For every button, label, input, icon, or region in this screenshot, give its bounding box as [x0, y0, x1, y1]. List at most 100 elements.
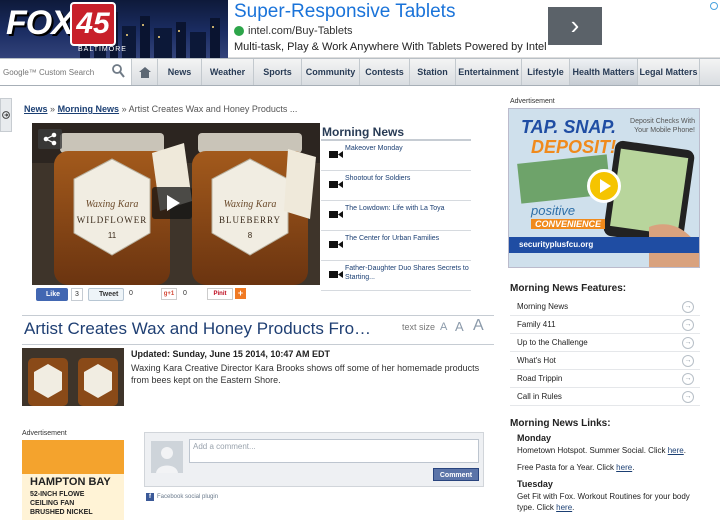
arrow-right-icon: → — [682, 373, 694, 385]
links-entry-link[interactable]: here — [556, 503, 572, 512]
ad-url-icon — [234, 26, 244, 36]
playlist-item[interactable]: The Center for Urban Families — [321, 231, 471, 261]
jar-label-right: BLUEBERRY — [218, 215, 281, 225]
breadcrumb-separator: » — [50, 104, 56, 114]
ad-title[interactable]: Super-Responsive Tablets — [234, 1, 455, 23]
nav-health-matters[interactable]: Health Matters — [570, 59, 638, 85]
nav-sports[interactable]: Sports — [254, 59, 302, 85]
feature-item[interactable]: Call in Rules → — [510, 388, 700, 406]
jar-brand-left: Waxing Kara — [85, 199, 139, 210]
nav-legal-matters[interactable]: Legal Matters — [638, 59, 700, 85]
ad-positive: positive — [531, 203, 576, 218]
video-camera-icon — [329, 271, 343, 278]
breadcrumb: News » Morning News » Artist Creates Wax… — [24, 104, 297, 114]
feature-label: Call in Rules — [517, 392, 562, 401]
home-icon-glyph — [138, 66, 151, 78]
ad-headline-2: DEPOSIT! — [531, 137, 617, 157]
playlist-item-title: The Lowdown: Life with La Toya — [345, 205, 445, 212]
ad-arrow-button[interactable]: › — [548, 7, 602, 45]
feature-label: Road Trippin — [517, 374, 563, 383]
ad-headline-1: TAP. SNAP. — [521, 117, 617, 137]
comment-box: Add a comment... Comment — [144, 432, 484, 487]
search-icon[interactable] — [111, 63, 125, 79]
links-entry: Free Pasta for a Year. Click here. — [517, 463, 635, 472]
feature-item[interactable]: What's Hot → — [510, 352, 700, 370]
playlist-item[interactable]: The Lowdown: Life with La Toya — [321, 201, 471, 231]
main-nav: News Weather Sports Community Contests S… — [0, 58, 720, 86]
nav-news[interactable]: News — [158, 59, 202, 85]
video-camera-icon — [329, 181, 343, 188]
text-size-medium[interactable]: A — [455, 319, 464, 334]
playlist-title: Morning News — [321, 123, 471, 141]
side-panel-toggle[interactable] — [0, 98, 12, 132]
avatar — [151, 441, 183, 473]
ad-info-icon[interactable] — [710, 2, 718, 10]
article-thumbnail-image — [22, 348, 124, 406]
comment-input[interactable]: Add a comment... — [189, 439, 479, 463]
links-entry: Get Fit with Fox. Workout Routines for y… — [517, 492, 690, 512]
home-icon[interactable] — [132, 59, 158, 85]
google-plus-button[interactable]: g+1 — [161, 288, 177, 300]
nav-entertainment[interactable]: Entertainment — [456, 59, 522, 85]
facebook-icon: f — [146, 493, 154, 501]
text-size-small[interactable]: A — [440, 321, 447, 333]
features-list: Morning News → Family 411 → Up to the Chal… — [510, 298, 700, 406]
links-entry-text: Free Pasta for a Year. Click — [517, 463, 614, 472]
play-button[interactable] — [152, 187, 192, 219]
ad-url[interactable]: intel.com/Buy-Tablets — [234, 25, 353, 37]
play-icon — [600, 179, 611, 193]
article-headline-bar: Artist Creates Wax and Honey Products Fr… — [22, 315, 494, 345]
ad-play-icon[interactable] — [587, 169, 621, 203]
playlist-item-title: Makeover Monday — [345, 145, 403, 152]
morning-news-playlist: Morning News Makeover Monday Shootout fo… — [321, 123, 471, 293]
search-input[interactable] — [3, 67, 107, 77]
comment-button[interactable]: Comment — [433, 468, 479, 481]
ad-brand: HAMPTON BAY — [30, 476, 111, 488]
add-share-button[interactable]: + — [235, 288, 246, 299]
fox45-logo[interactable]: FOX 45 BALTIMORE — [0, 0, 228, 58]
nav-community[interactable]: Community — [302, 59, 360, 85]
pinterest-button[interactable]: Pinit — [207, 288, 233, 300]
nav-weather[interactable]: Weather — [202, 59, 254, 85]
feature-item[interactable]: Family 411 → — [510, 316, 700, 334]
ad-url[interactable]: securityplusfcu.org — [509, 237, 699, 253]
links-entry-link[interactable]: here — [668, 446, 684, 455]
tweet-button[interactable]: Tweet — [88, 288, 124, 301]
playlist-item-title: Shootout for Soldiers — [345, 175, 411, 182]
video-camera-icon — [329, 241, 343, 248]
breadcrumb-morning-news[interactable]: Morning News — [58, 104, 120, 114]
social-share-bar: Like 3 Tweet 0 g+1 0 Pinit + — [36, 288, 336, 302]
video-player[interactable]: Waxing Kara WILDFLOWER 11 Waxing Kara BL… — [32, 123, 320, 285]
feature-item[interactable]: Up to the Challenge → — [510, 334, 700, 352]
hampton-bay-ad[interactable]: HAMPTON BAY 52-INCH FLOWE CEILING FAN BR… — [22, 440, 124, 520]
facebook-plugin-credit[interactable]: f Facebook social plugin — [146, 493, 218, 501]
top-advertisement[interactable]: Super-Responsive Tablets intel.com/Buy-T… — [228, 0, 720, 58]
facebook-like-button[interactable]: Like — [36, 288, 68, 301]
links-title: Morning News Links: — [510, 418, 611, 429]
share-button[interactable] — [38, 129, 62, 149]
security-plus-ad[interactable]: TAP. SNAP. DEPOSIT! Deposit Checks With … — [508, 108, 700, 268]
nav-station[interactable]: Station — [410, 59, 456, 85]
playlist-item[interactable]: Shootout for Soldiers — [321, 171, 471, 201]
nav-lifestyle[interactable]: Lifestyle — [522, 59, 570, 85]
breadcrumb-news[interactable]: News — [24, 104, 48, 114]
search-box — [0, 59, 132, 85]
article-summary: Waxing Kara Creative Director Kara Brook… — [131, 363, 480, 385]
ad-line-1: 52-INCH FLOWE — [30, 491, 85, 498]
breadcrumb-current: Artist Creates Wax and Honey Products ..… — [128, 104, 298, 114]
ad-side-text: Deposit Checks With Your Mobile Phone! — [630, 118, 695, 134]
features-title: Morning News Features: — [510, 283, 627, 294]
feature-item[interactable]: Morning News → — [510, 298, 700, 316]
playlist-item[interactable]: Father-Daughter Duo Shares Secrets to St… — [321, 261, 471, 291]
feature-item[interactable]: Road Trippin → — [510, 370, 700, 388]
links-day: Tuesday — [517, 479, 553, 489]
playlist-item[interactable]: Makeover Monday — [321, 141, 471, 171]
feature-label: Family 411 — [517, 320, 556, 329]
links-day: Monday — [517, 433, 552, 443]
google-plus-count: 0 — [183, 290, 187, 297]
nav-contests[interactable]: Contests — [360, 59, 410, 85]
text-size-large[interactable]: A — [473, 317, 484, 335]
ad-label-right: Advertisement — [510, 98, 555, 105]
article-thumbnail[interactable] — [22, 348, 124, 406]
links-entry-link[interactable]: here — [616, 463, 632, 472]
